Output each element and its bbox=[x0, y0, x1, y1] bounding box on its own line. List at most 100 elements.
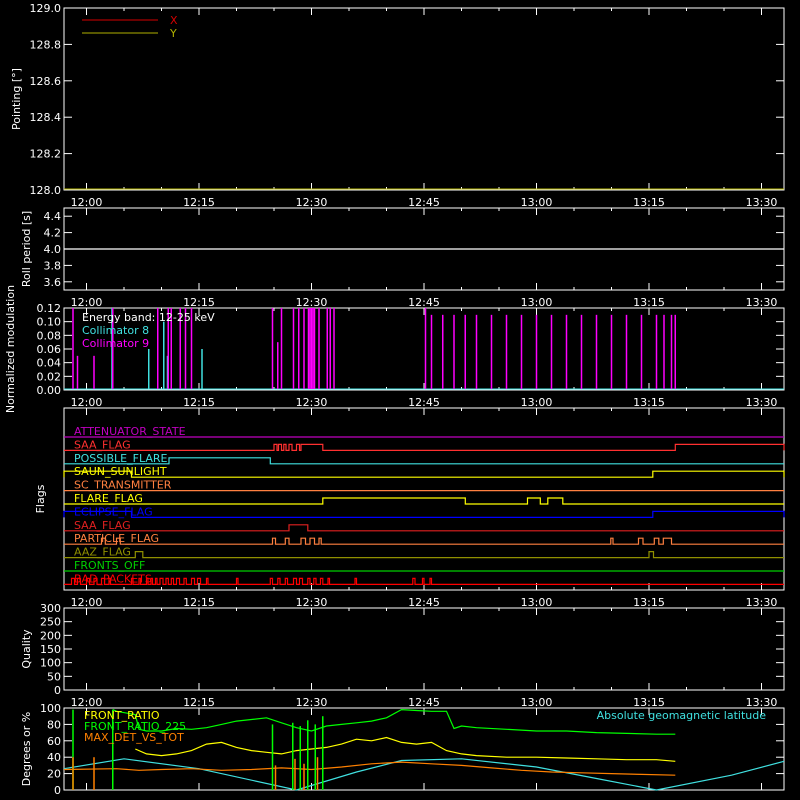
roll-panel-ytick-label: 3.6 bbox=[44, 276, 62, 289]
flag-line-aaz-flag bbox=[64, 550, 784, 559]
modulation-panel-ytick-label: 0.02 bbox=[37, 370, 62, 383]
flags-panel-xtick-label: 12:30 bbox=[296, 596, 328, 609]
energy-band-label: Energy band: 12-25 keV bbox=[82, 311, 215, 324]
roll-panel-xtick-label: 12:15 bbox=[183, 296, 215, 309]
legend-label-x: X bbox=[170, 14, 178, 27]
flag-label-possible-flare: POSSIBLE_FLARE bbox=[74, 452, 168, 465]
flag-label-saa-flag: SAA_FLAG bbox=[74, 519, 131, 532]
quality-panel-ylabel: Quality bbox=[20, 629, 33, 669]
flag-label-sc-transmitter: SC_TRANSMITTER bbox=[74, 479, 172, 492]
legend-collimator-9: Collimator 9 bbox=[82, 337, 149, 350]
modulation-panel-xtick-label: 13:00 bbox=[521, 396, 553, 409]
modulation-panel-ytick-label: 0.00 bbox=[37, 384, 62, 397]
flag-line-particle-flag bbox=[64, 537, 784, 545]
quality-panel-ytick-label: 0 bbox=[54, 684, 61, 697]
roll-panel-xtick-label: 12:30 bbox=[296, 296, 328, 309]
flag-line-eclipse-flag bbox=[63, 510, 785, 519]
flag-line-saa-flag bbox=[64, 443, 785, 451]
flag-line-bad-packets bbox=[64, 577, 784, 586]
flag-label-fronts-off: FRONTS_OFF bbox=[74, 559, 145, 572]
pointing-panel-xtick-label: 13:30 bbox=[746, 196, 778, 209]
flag-line-possible-flare bbox=[64, 457, 784, 465]
quality-panel-ytick-label: 300 bbox=[40, 602, 61, 615]
hessi-summary-chart: 128.0 128.2 128.4 128.6 128.8 129.0 12:00 12:15… bbox=[4, 2, 785, 797]
roll-panel-ytick-label: 3.8 bbox=[44, 259, 62, 272]
ratio-panel-ytick-label: 0 bbox=[54, 784, 61, 797]
flags-panel-xtick-label: 13:00 bbox=[521, 596, 553, 609]
flag-line-saa-flag bbox=[64, 524, 784, 532]
flags-panel-ylabel: Flags bbox=[34, 484, 47, 513]
flag-label-saa-flag: SAA_FLAG bbox=[74, 438, 131, 451]
quality-panel-xtick-label: 12:15 bbox=[183, 696, 215, 709]
modulation-panel-ytick-label: 0.04 bbox=[37, 357, 62, 370]
ratio-legend-max-det-vs-tot: MAX_DET_VS_TOT bbox=[84, 731, 184, 744]
flags-panel-xtick-label: 12:00 bbox=[71, 596, 103, 609]
roll-panel-ytick-label: 4.0 bbox=[44, 243, 62, 256]
quality-panel-xtick-label: 13:30 bbox=[746, 696, 778, 709]
flag-label-flare-flag: FLARE_FLAG bbox=[74, 492, 143, 505]
modulation-panel-xtick-label: 12:45 bbox=[408, 396, 440, 409]
flags-panel-xtick-label: 12:45 bbox=[408, 596, 440, 609]
roll-panel-xtick-label: 12:45 bbox=[408, 296, 440, 309]
flag-line-saun-sunlight bbox=[63, 470, 785, 478]
pointing-panel-ytick-label: 128.2 bbox=[30, 148, 62, 161]
modulation-panel-ytick-label: 0.06 bbox=[37, 343, 62, 356]
quality-panel-frame bbox=[63, 607, 785, 691]
quality-panel-ytick-label: 250 bbox=[40, 616, 61, 629]
roll-panel-ytick-label: 4.4 bbox=[44, 210, 62, 223]
quality-panel-ytick-label: 50 bbox=[47, 670, 61, 683]
ratio-panel-ytick-label: 20 bbox=[47, 768, 61, 781]
flag-line-flare-flag bbox=[64, 497, 784, 505]
modulation-panel-ytick-label: 0.12 bbox=[37, 302, 62, 315]
legend-label-y: Y bbox=[169, 27, 177, 40]
pointing-panel-xtick-label: 13:15 bbox=[633, 196, 665, 209]
pointing-panel-xtick-label: 12:30 bbox=[296, 196, 328, 209]
ratio-legend-geomagnetic-latitude: Absolute geomagnetic latitude bbox=[597, 709, 767, 722]
pointing-panel-ytick-label: 128.4 bbox=[30, 111, 62, 124]
modulation-panel-xtick-label: 12:30 bbox=[296, 396, 328, 409]
flag-label-attenuator-state: ATTENUATOR_STATE bbox=[74, 425, 186, 438]
ratio-panel-ylabel: Degrees or % bbox=[20, 712, 33, 786]
modulation-panel-ytick-label: 0.10 bbox=[37, 316, 62, 329]
flags-panel-xtick-label: 13:15 bbox=[633, 596, 665, 609]
quality-panel-xtick-label: 13:15 bbox=[633, 696, 665, 709]
modulation-panel-ytick-label: 0.08 bbox=[37, 329, 62, 342]
modulation-panel-xtick-label: 12:00 bbox=[71, 396, 103, 409]
pointing-panel-ytick-label: 129.0 bbox=[30, 2, 62, 15]
pointing-panel-xtick-label: 12:45 bbox=[408, 196, 440, 209]
pointing-panel-ytick-label: 128.8 bbox=[30, 38, 62, 51]
modulation-panel-ylabel: Normalized modulation bbox=[4, 285, 17, 413]
roll-panel-ylabel: Roll period [s] bbox=[20, 211, 33, 287]
roll-panel-ytick-label: 4.2 bbox=[44, 227, 62, 240]
quality-panel-xtick-label: 12:30 bbox=[296, 696, 328, 709]
ratio-panel-ytick-label: 40 bbox=[47, 751, 61, 764]
pointing-panel-ylabel: Pointing [°] bbox=[10, 68, 23, 130]
quality-panel-ytick-label: 200 bbox=[40, 629, 61, 642]
quality-panel-ytick-label: 150 bbox=[40, 643, 61, 656]
pointing-panel-xtick-label: 13:00 bbox=[521, 196, 553, 209]
flags-panel-xtick-label: 12:15 bbox=[183, 596, 215, 609]
flags-panel-xtick-label: 13:30 bbox=[746, 596, 778, 609]
quality-panel-ytick-label: 100 bbox=[40, 657, 61, 670]
pointing-panel-xtick-label: 12:00 bbox=[71, 196, 103, 209]
quality-panel-xtick-label: 12:45 bbox=[408, 696, 440, 709]
roll-panel-xtick-label: 13:30 bbox=[746, 296, 778, 309]
ratio-panel-ytick-label: 80 bbox=[47, 718, 61, 731]
ratio-line-front-ratio-225 bbox=[112, 708, 676, 735]
modulation-panel-xtick-label: 13:30 bbox=[746, 396, 778, 409]
roll-panel-xtick-label: 12:00 bbox=[71, 296, 103, 309]
ratio-line-front-ratio bbox=[135, 736, 676, 762]
pointing-panel-xtick-label: 12:15 bbox=[183, 196, 215, 209]
roll-panel-xtick-label: 13:15 bbox=[633, 296, 665, 309]
modulation-panel-xtick-label: 13:15 bbox=[633, 396, 665, 409]
quality-panel-xtick-label: 12:00 bbox=[71, 696, 103, 709]
roll-panel-xtick-label: 13:00 bbox=[521, 296, 553, 309]
flag-label-aaz-flag: AAZ_FLAG bbox=[74, 546, 131, 559]
legend-collimator-8: Collimator 8 bbox=[82, 324, 149, 337]
modulation-panel-xtick-label: 12:15 bbox=[183, 396, 215, 409]
ratio-panel-ytick-label: 100 bbox=[40, 702, 61, 715]
quality-panel-xtick-label: 13:00 bbox=[521, 696, 553, 709]
ratio-panel-ytick-label: 60 bbox=[47, 735, 61, 748]
pointing-panel-ytick-label: 128.0 bbox=[30, 184, 62, 197]
pointing-panel-ytick-label: 128.6 bbox=[30, 75, 62, 88]
